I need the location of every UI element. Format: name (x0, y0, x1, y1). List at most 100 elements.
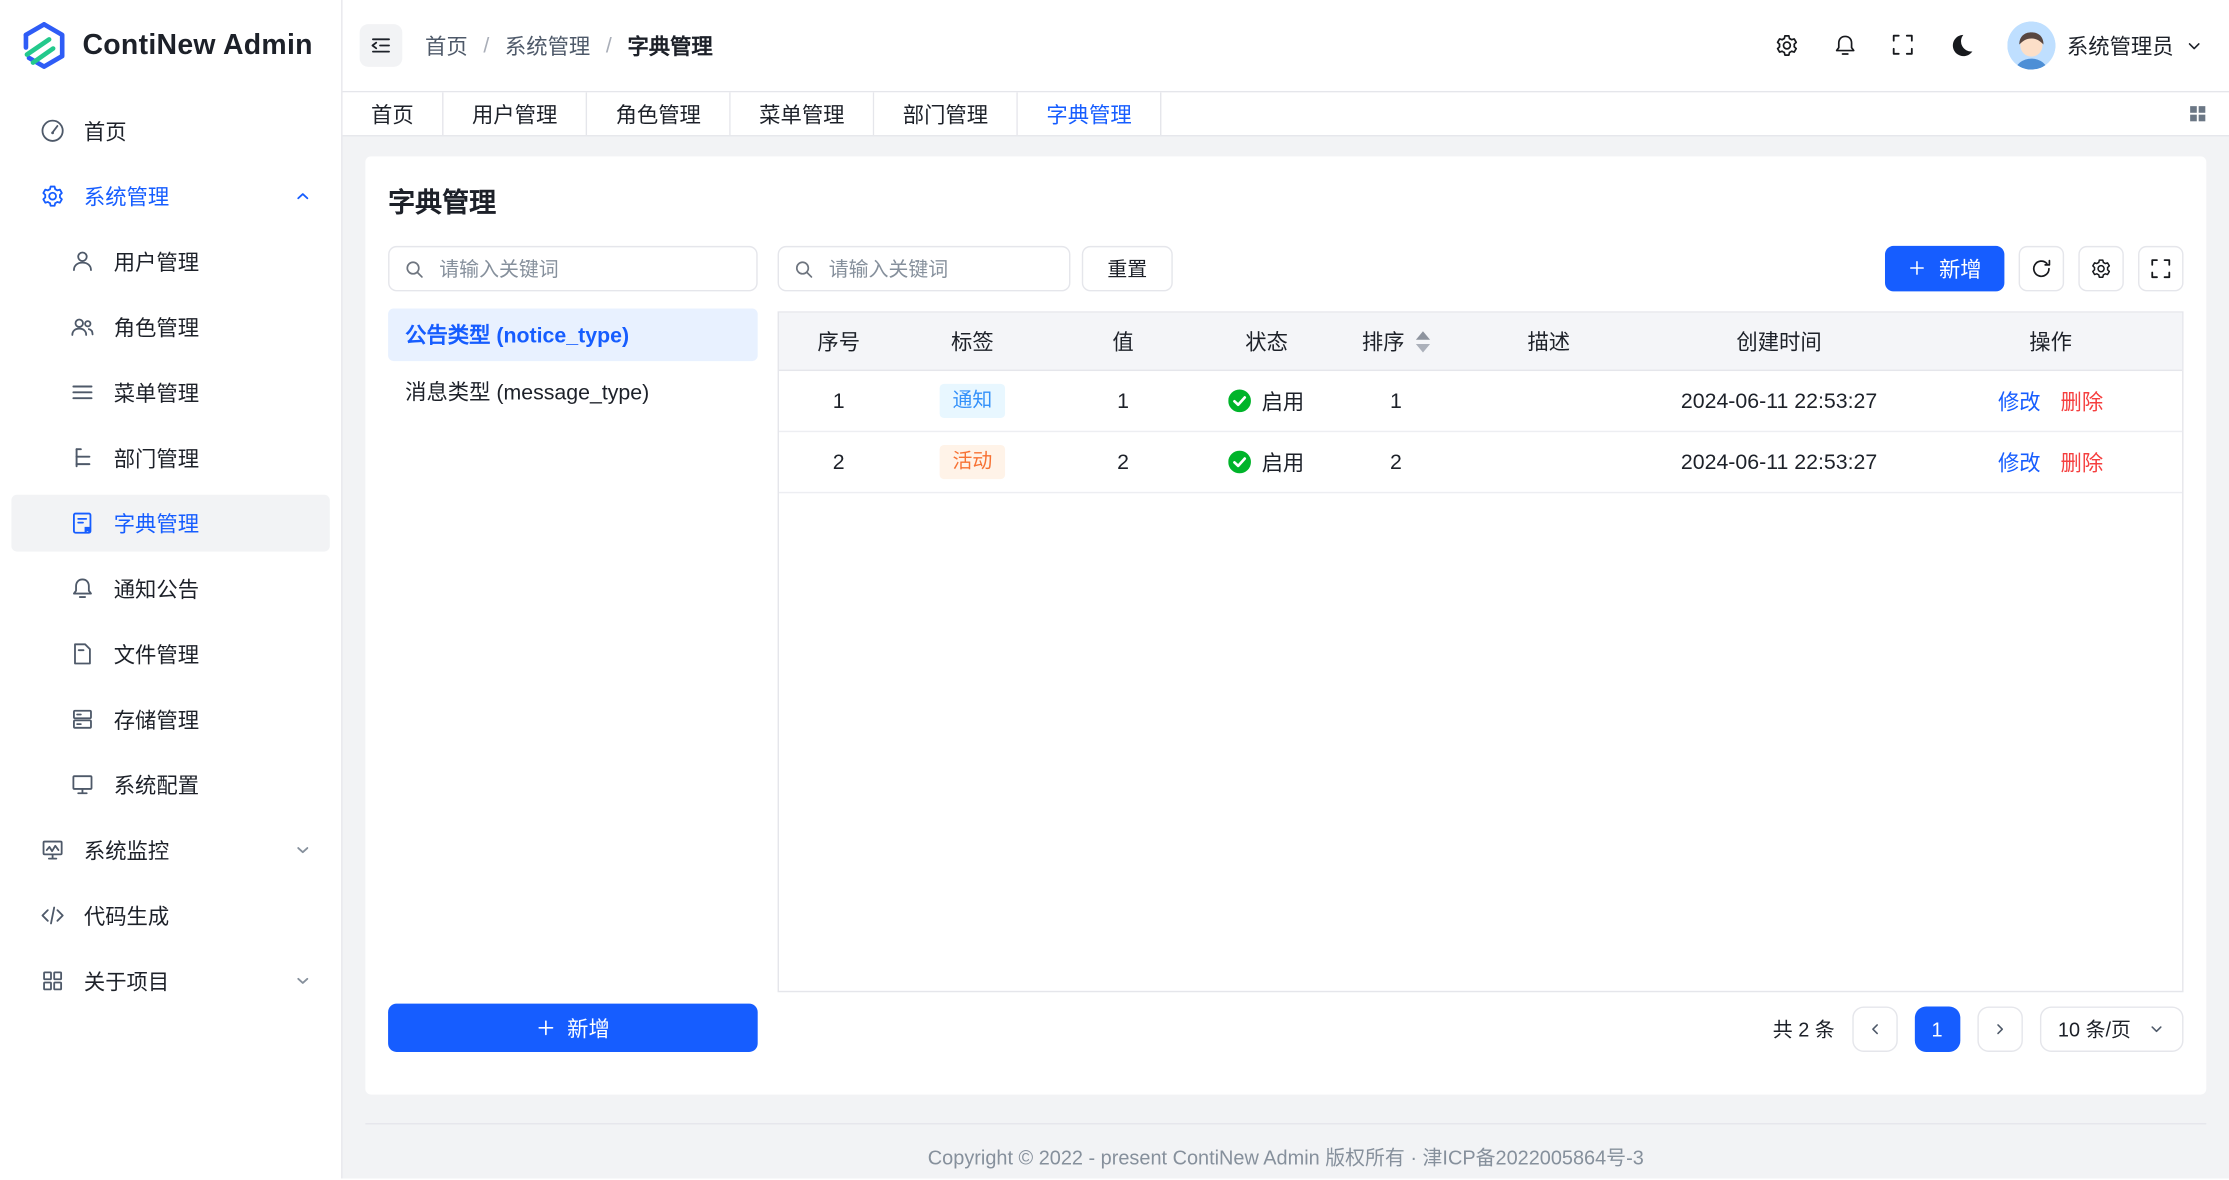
cell-tag: 通知 (898, 371, 1046, 431)
code-icon (40, 903, 66, 929)
dict-type-item[interactable]: 消息类型 (message_type) (388, 365, 758, 418)
app-title: ContiNew Admin (82, 29, 312, 62)
tab-users[interactable]: 用户管理 (444, 92, 588, 135)
cell-created-at: 2024-06-11 22:53:27 (1639, 371, 1919, 431)
sidebar-item-users[interactable]: 用户管理 (11, 233, 329, 290)
sidebar: ContiNew Admin 首页 系统管理 (0, 0, 343, 1178)
edit-link[interactable]: 修改 (1998, 447, 2041, 477)
sort-descending-icon (1416, 343, 1430, 352)
sidebar-item-label: 系统管理 (84, 181, 169, 211)
sidebar-item-label: 角色管理 (114, 312, 199, 342)
breadcrumb-item[interactable]: 首页 (425, 31, 468, 61)
tag-badge: 通知 (940, 384, 1005, 417)
cell-sort: 1 (1333, 371, 1458, 431)
cell-created-at: 2024-06-11 22:53:27 (1639, 432, 1919, 492)
sidebar-collapse-button[interactable] (360, 24, 403, 67)
table-settings-button[interactable] (2078, 246, 2123, 291)
pagination: 共 2 条 1 10 条/页 (778, 1006, 2184, 1051)
sidebar-item-system[interactable]: 系统管理 (11, 168, 329, 225)
add-button-label: 新增 (1939, 254, 1982, 284)
table-toolbar: 重置 新增 (778, 246, 2184, 291)
breadcrumb: 首页 / 系统管理 / 字典管理 (425, 31, 713, 61)
reset-button[interactable]: 重置 (1082, 246, 1173, 291)
sidebar-item-monitor[interactable]: 系统监控 (11, 822, 329, 879)
cell-operations: 修改 删除 (1919, 371, 2182, 431)
breadcrumb-item[interactable]: 系统管理 (505, 31, 590, 61)
sidebar-item-label: 存储管理 (114, 704, 199, 734)
menu-lines-icon (70, 380, 96, 406)
sidebar-item-label: 用户管理 (114, 247, 199, 277)
sidebar-item-config[interactable]: 系统配置 (11, 756, 329, 813)
page-title: 字典管理 (388, 182, 2183, 220)
table-row: 2 活动 2 启用 (779, 432, 2182, 493)
fullscreen-icon[interactable] (1891, 33, 1917, 59)
sidebar-item-label: 关于项目 (84, 966, 169, 996)
tab-departments[interactable]: 部门管理 (874, 92, 1018, 135)
add-dict-item-button[interactable]: 新增 (1885, 246, 2004, 291)
delete-link[interactable]: 删除 (2061, 386, 2104, 416)
tab-roles[interactable]: 角色管理 (587, 92, 731, 135)
dict-type-search-input[interactable] (436, 256, 742, 282)
tabbar-spacer (1162, 92, 2167, 135)
sidebar-menu: 首页 系统管理 (0, 91, 341, 1178)
tab-menus[interactable]: 菜单管理 (731, 92, 875, 135)
sidebar-item-label: 菜单管理 (114, 377, 199, 407)
sidebar-item-label: 部门管理 (114, 443, 199, 473)
status-label: 启用 (1262, 447, 1305, 477)
dict-item-pane: 重置 新增 (778, 246, 2184, 1052)
dictionary-book-icon (70, 510, 96, 536)
sorter-icon[interactable] (1416, 331, 1430, 352)
next-page-button[interactable] (1977, 1006, 2022, 1051)
sidebar-item-label: 字典管理 (114, 508, 199, 538)
dictionary-card: 字典管理 公告类型 (notice_type) 消息类型 (message_ (365, 156, 2206, 1094)
server-storage-icon (70, 707, 96, 733)
sidebar-item-files[interactable]: 文件管理 (11, 625, 329, 682)
sidebar-item-label: 系统监控 (84, 835, 169, 865)
dark-mode-moon-icon[interactable] (1949, 33, 1975, 59)
chevron-down-icon (293, 971, 313, 991)
tab-dictionary[interactable]: 字典管理 (1018, 92, 1162, 135)
sidebar-item-notices[interactable]: 通知公告 (11, 560, 329, 617)
sidebar-item-about[interactable]: 关于项目 (11, 952, 329, 1009)
sidebar-item-departments[interactable]: 部门管理 (11, 429, 329, 486)
cell-sort: 2 (1333, 432, 1458, 492)
sidebar-item-codegen[interactable]: 代码生成 (11, 887, 329, 944)
tab-home[interactable]: 首页 (343, 92, 444, 135)
keyword-search-input[interactable] (826, 256, 1055, 282)
status-label: 启用 (1262, 386, 1305, 416)
sidebar-item-storage[interactable]: 存储管理 (11, 691, 329, 748)
page-size-select[interactable]: 10 条/页 (2039, 1006, 2183, 1051)
edit-link[interactable]: 修改 (1998, 386, 2041, 416)
delete-link[interactable]: 删除 (2061, 447, 2104, 477)
grid-apps-icon (40, 968, 66, 994)
settings-gear-icon[interactable] (1774, 33, 1800, 59)
breadcrumb-separator: / (606, 33, 612, 57)
sort-ascending-icon (1416, 331, 1430, 340)
sidebar-item-dictionary[interactable]: 字典管理 (11, 495, 329, 552)
previous-page-button[interactable] (1852, 1006, 1897, 1051)
column-header-sort: 排序 (1333, 313, 1458, 370)
current-page-button[interactable]: 1 (1914, 1006, 1959, 1051)
monitor-icon (70, 772, 96, 798)
brand-row[interactable]: ContiNew Admin (0, 0, 341, 91)
tab-actions-grid-icon[interactable] (2166, 92, 2229, 135)
dict-type-item[interactable]: 公告类型 (notice_type) (388, 308, 758, 361)
notification-bell-icon[interactable] (1832, 33, 1858, 59)
sidebar-item-home[interactable]: 首页 (11, 102, 329, 159)
sidebar-item-menus[interactable]: 菜单管理 (11, 364, 329, 421)
add-dict-type-button[interactable]: 新增 (388, 1004, 758, 1052)
cell-description (1459, 371, 1640, 431)
dict-type-pane: 公告类型 (notice_type) 消息类型 (message_type) 新… (388, 246, 758, 1052)
chevron-down-icon (2148, 1021, 2165, 1038)
sidebar-item-roles[interactable]: 角色管理 (11, 299, 329, 356)
keyword-search (778, 246, 1071, 291)
table-fullscreen-button[interactable] (2138, 246, 2183, 291)
chevron-down-icon (293, 840, 313, 860)
column-header-value: 值 (1046, 313, 1200, 370)
chevron-down-icon (2185, 36, 2203, 54)
user-menu[interactable]: 系统管理员 (2007, 21, 2203, 69)
refresh-button[interactable] (2019, 246, 2064, 291)
cell-index: 1 (779, 371, 898, 431)
cell-index: 2 (779, 432, 898, 492)
check-circle-icon (1229, 390, 1252, 413)
